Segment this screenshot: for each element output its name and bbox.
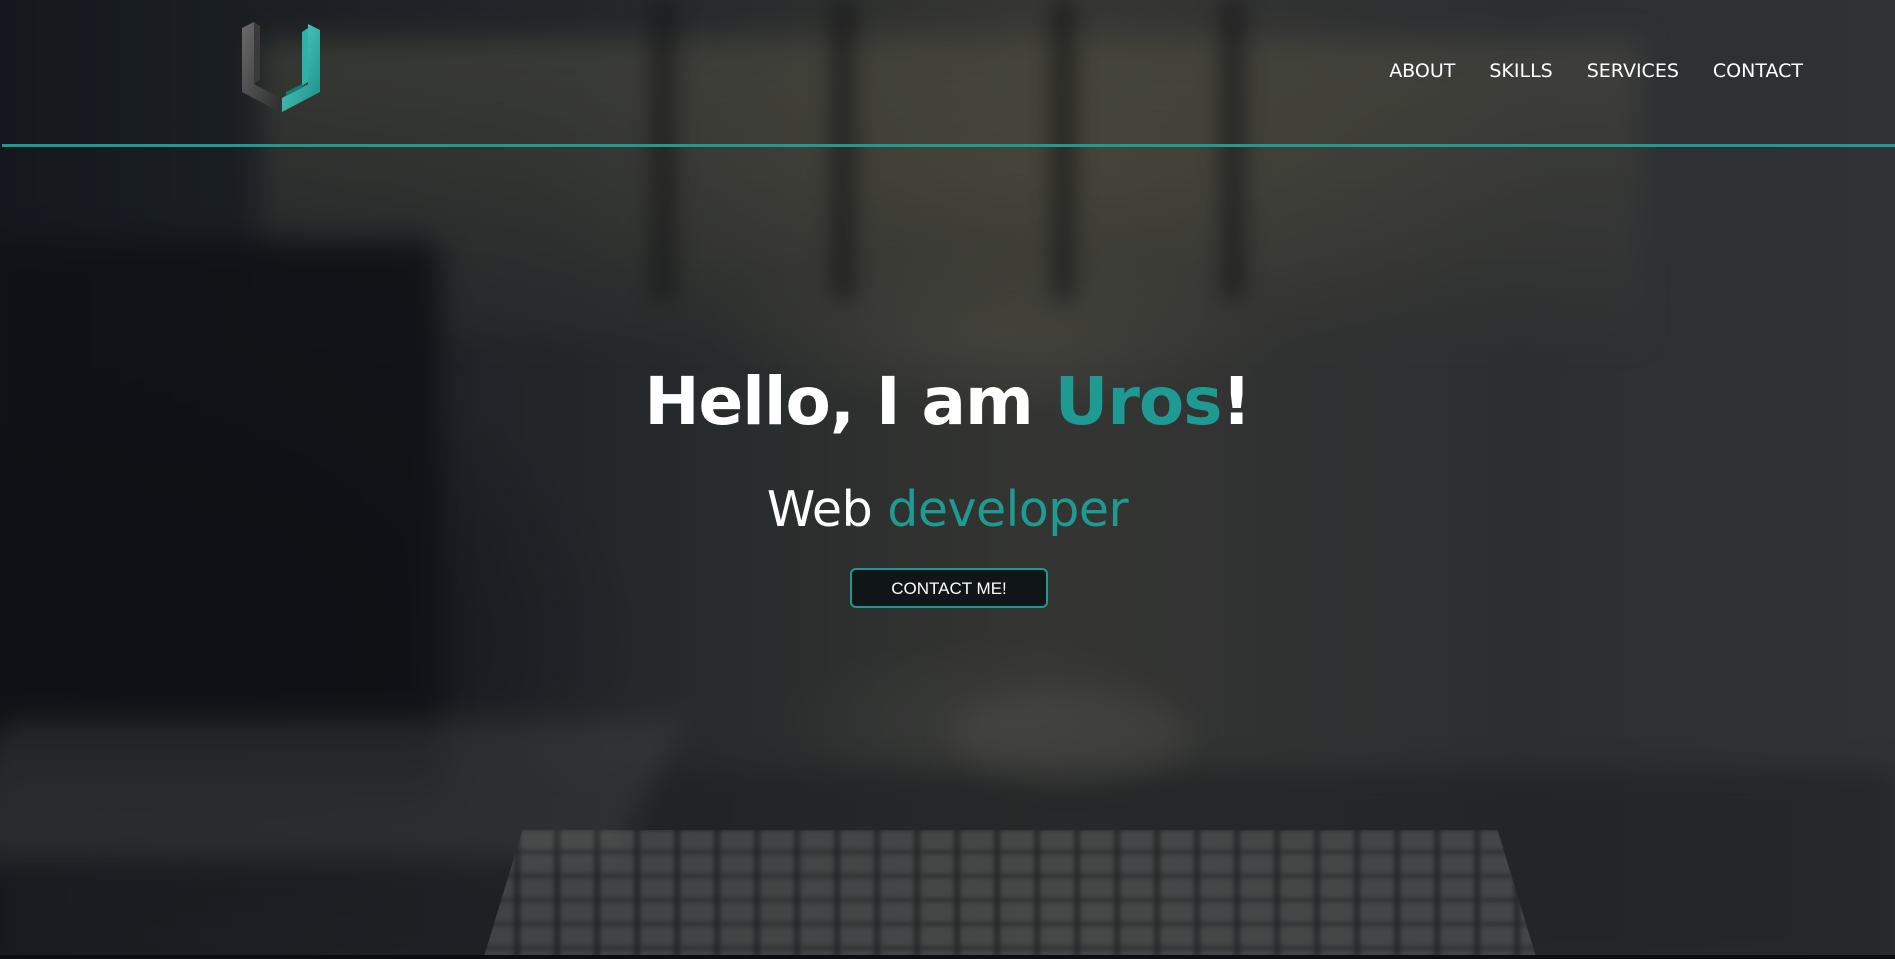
contact-me-button[interactable]: CONTACT ME! xyxy=(850,568,1048,608)
nav-services-link[interactable]: SERVICES xyxy=(1587,58,1679,84)
main-nav: ABOUT SKILLS SERVICES CONTACT xyxy=(1355,58,1803,84)
hero-title-prefix: Hello, I am xyxy=(644,363,1055,440)
hero-subtitle-prefix: Web xyxy=(766,481,888,538)
hero-title-name: Uros xyxy=(1054,363,1223,440)
hero-title-suffix: ! xyxy=(1221,363,1252,440)
bottom-edge xyxy=(0,955,1895,959)
nav-about-link[interactable]: ABOUT xyxy=(1389,58,1455,84)
hero-title: Hello, I am Uros! xyxy=(0,360,1895,444)
hero-subtitle-accent: developer xyxy=(887,481,1129,538)
nav-skills-link[interactable]: SKILLS xyxy=(1489,58,1552,84)
header-divider xyxy=(2,144,1895,147)
nav-contact-link[interactable]: CONTACT xyxy=(1713,58,1803,84)
hero-subtitle: Web developer xyxy=(0,478,1895,542)
site-header: ABOUT SKILLS SERVICES CONTACT xyxy=(0,0,1895,147)
u-letter-logo-icon[interactable] xyxy=(240,22,322,114)
